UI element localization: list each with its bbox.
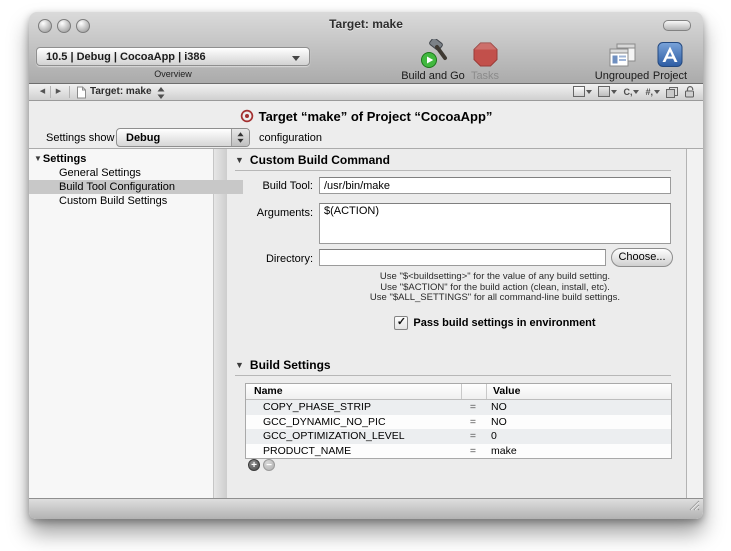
divider [235,375,671,376]
tasks-label: Tasks [449,70,521,82]
window-chrome: Target: make 10.5 | Debug | CocoaApp | i… [29,12,703,84]
column-header-operator[interactable] [461,384,486,399]
editor-navigation-bar: ◀ ▶ Target: make C, #, [29,84,703,101]
divider [69,86,70,98]
directory-label: Directory: [235,253,313,265]
remove-setting-button[interactable]: − [263,459,275,471]
chevron-down-icon [654,90,660,94]
forward-button[interactable]: ▶ [51,86,66,98]
choose-button[interactable]: Choose... [611,248,673,267]
project-label: Project [634,70,703,82]
grouping-button[interactable] [666,87,677,97]
table-row[interactable]: PRODUCT_NAME = make [246,444,671,459]
navbar-menus: C, #, [573,85,695,98]
overview-popup[interactable]: 10.5 | Debug | CocoaApp | i386 [36,47,310,66]
chevron-down-icon [586,90,592,94]
bookmarks-menu[interactable] [598,86,617,97]
symbols-menu[interactable]: #, [645,87,660,97]
sidebar-item-build-tool-configuration[interactable]: Build Tool Configuration [29,180,243,194]
tasks-stop-icon [449,39,521,70]
page-title: Target “make” of Project “CocoaApp” [29,109,703,124]
status-bar [29,498,703,519]
disclosure-triangle-icon[interactable]: ▼ [235,155,244,165]
configuration-label: configuration [259,132,322,144]
disclosure-triangle-icon[interactable]: ▼ [34,152,42,166]
column-header-value[interactable]: Value [486,384,671,399]
arguments-textarea[interactable]: $(ACTION) [319,203,671,244]
overview-popup-value: 10.5 | Debug | CocoaApp | i386 [46,51,206,63]
disclosure-triangle-icon[interactable]: ▼ [235,360,244,370]
counterparts-menu[interactable]: C, [623,87,639,97]
sidebar-item-general-settings[interactable]: General Settings [29,166,243,180]
build-tool-label: Build Tool: [235,180,313,192]
table-row[interactable]: GCC_OPTIMIZATION_LEVEL = 0 [246,429,671,444]
pass-build-settings-checkbox[interactable]: ✓ [394,316,408,330]
window-title: Target: make [29,17,703,31]
target-icon [240,109,254,123]
divider [235,170,671,171]
chevron-down-icon [611,90,617,94]
tasks-button[interactable]: Tasks [449,39,521,82]
overview-caption: Overview [36,69,310,79]
included-files-menu[interactable] [573,86,592,97]
history-segmented-control: ◀ ▶ [35,86,66,98]
project-icon [634,39,703,70]
unlock-icon [683,85,695,98]
content-scrollbar[interactable] [686,149,703,499]
section-build-settings: ▼Build Settings [235,358,331,372]
back-button[interactable]: ◀ [35,86,51,98]
build-settings-table: Name Value COPY_PHASE_STRIP = NO GCC_DYN… [245,383,672,459]
section-custom-build-command: ▼Custom Build Command [235,153,390,167]
resize-grip[interactable] [687,498,700,516]
settings-show-label: Settings show [46,132,114,144]
table-row[interactable]: COPY_PHASE_STRIP = NO [246,400,671,415]
build-tool-input[interactable] [319,177,671,194]
sidebar-item-custom-build-settings[interactable]: Custom Build Settings [29,194,243,208]
table-row[interactable]: GCC_DYNAMIC_NO_PIC = NO [246,415,671,430]
lock-button[interactable] [683,85,695,98]
toolbar-toggle-button[interactable] [663,20,691,31]
chevron-down-icon [292,56,300,61]
table-header: Name Value [246,384,671,400]
add-setting-button[interactable]: + [248,459,260,471]
project-button[interactable]: Project [634,39,703,82]
chevron-down-icon [633,90,639,94]
directory-input[interactable] [319,249,606,266]
popup-stepper-icon [231,129,249,146]
pass-build-settings-checkbox-row: ✓ Pass build settings in environment [319,316,671,330]
column-header-name[interactable]: Name [246,384,461,399]
arguments-label: Arguments: [235,207,313,219]
pass-build-settings-label: Pass build settings in environment [413,317,595,329]
breadcrumb[interactable]: Target: make [90,86,152,97]
stacked-pages-icon [666,87,677,97]
configuration-popup-value: Debug [126,132,160,144]
editor-header-zone: Target “make” of Project “CocoaApp” Sett… [29,101,703,149]
sidebar-group-settings[interactable]: ▼Settings [29,152,218,166]
build-setting-help-text: Use "$<buildsetting>" for the value of a… [319,272,671,304]
configuration-popup[interactable]: Debug [116,128,250,147]
xcode-target-window: Target: make 10.5 | Debug | CocoaApp | i… [29,12,703,519]
